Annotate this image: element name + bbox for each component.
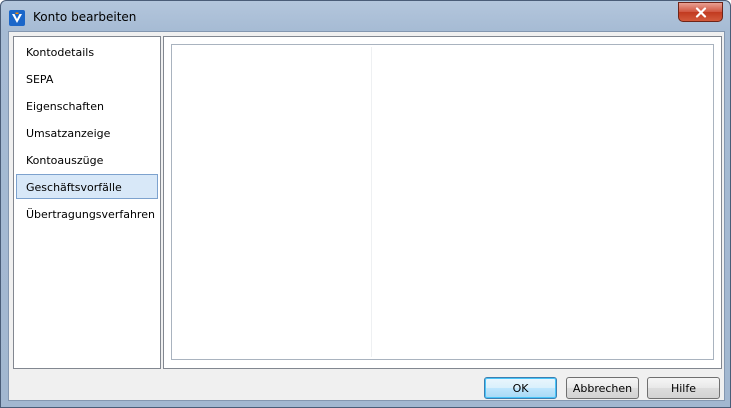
- content-panel: [163, 36, 722, 369]
- nav-item-uebertragungsverfahren[interactable]: Übertragungsverfahren: [16, 201, 158, 226]
- nav-item-eigenschaften[interactable]: Eigenschaften: [16, 93, 158, 118]
- navigation-list: Kontodetails SEPA Eigenschaften Umsatzan…: [13, 36, 161, 369]
- nav-item-sepa[interactable]: SEPA: [16, 66, 158, 91]
- nav-item-umsatzanzeige[interactable]: Umsatzanzeige: [16, 120, 158, 145]
- volksbank-v-icon: [9, 10, 25, 26]
- help-button[interactable]: Hilfe: [647, 377, 720, 399]
- dialog-client-area: Kontodetails SEPA Eigenschaften Umsatzan…: [8, 31, 725, 401]
- dialog-window: Konto bearbeiten Kontodetails SEPA Eigen…: [0, 0, 731, 408]
- cancel-button[interactable]: Abbrechen: [566, 377, 639, 399]
- title-bar[interactable]: Konto bearbeiten: [1, 1, 730, 31]
- nav-item-geschaeftsvorfaelle[interactable]: Geschäftsvorfälle: [16, 174, 158, 199]
- content-divider: [371, 47, 372, 357]
- close-button[interactable]: [678, 2, 723, 22]
- content-area: [171, 44, 714, 360]
- window-title: Konto bearbeiten: [33, 10, 137, 24]
- ok-button[interactable]: OK: [484, 377, 557, 399]
- nav-item-kontoauszuege[interactable]: Kontoauszüge: [16, 147, 158, 172]
- nav-item-kontodetails[interactable]: Kontodetails: [16, 39, 158, 64]
- close-icon: [695, 6, 706, 18]
